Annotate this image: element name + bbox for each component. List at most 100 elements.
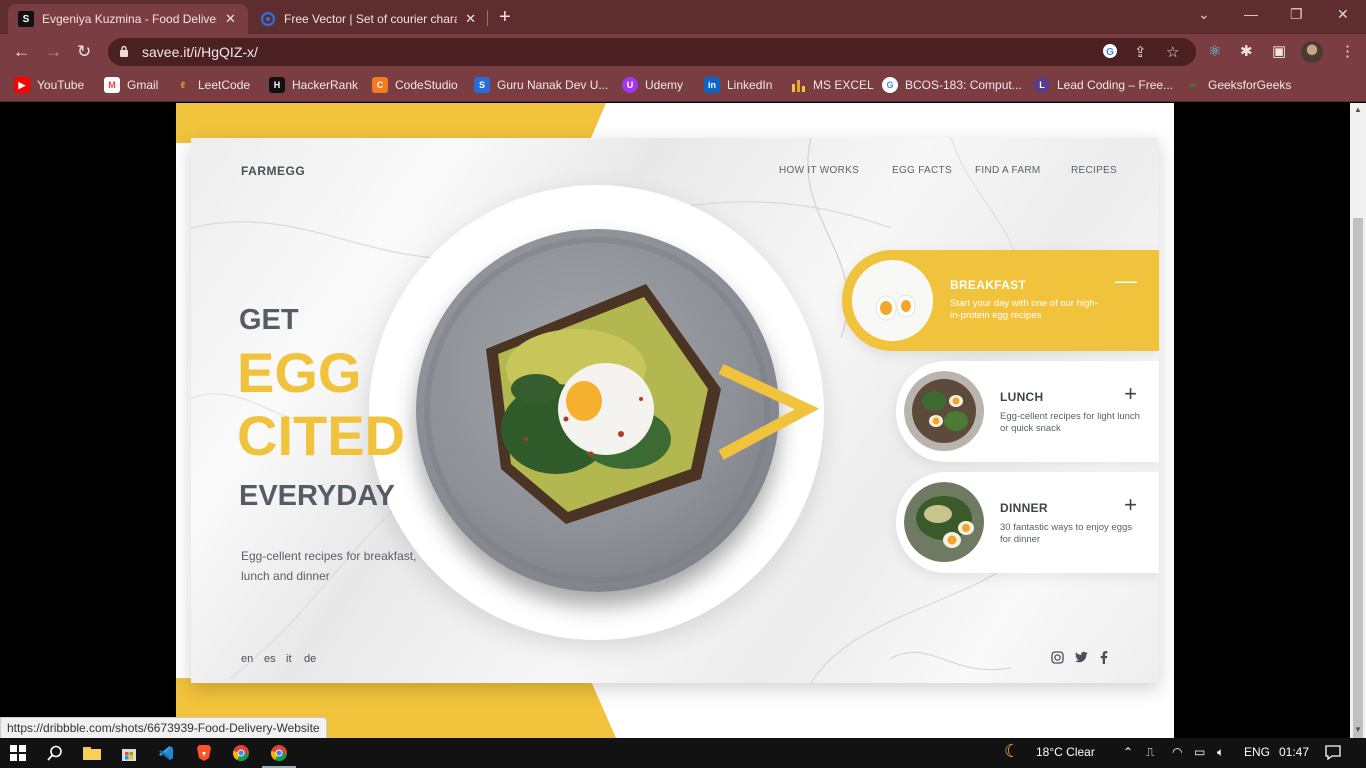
store-icon[interactable] xyxy=(120,744,138,762)
savee-favicon-icon: S xyxy=(18,11,34,27)
bookmark-gndu[interactable]: S Guru Nanak Dev U... xyxy=(474,77,608,93)
page-viewport: FARMEGG HOW IT WORKS EGG FACTS FIND A FA… xyxy=(0,103,1366,738)
tab-search-icon[interactable]: ⌄ xyxy=(1198,6,1210,23)
bookmark-codestudio[interactable]: C CodeStudio xyxy=(372,77,458,93)
svg-text:G: G xyxy=(1106,47,1114,58)
lang-en[interactable]: en xyxy=(241,653,253,665)
volume-icon[interactable]: 🔈︎ xyxy=(1217,745,1224,760)
brand-logo[interactable]: FARMEGG xyxy=(241,164,305,178)
tab-inactive[interactable]: Free Vector | Set of courier chara ✕ xyxy=(250,4,486,34)
moon-weather-icon[interactable]: ☾ xyxy=(1004,741,1020,762)
chart-icon xyxy=(790,77,806,93)
nav-egg-facts[interactable]: EGG FACTS xyxy=(892,165,952,176)
bookmark-linkedin[interactable]: in LinkedIn xyxy=(704,77,772,93)
collapse-icon[interactable]: — xyxy=(1115,270,1137,292)
vscode-icon[interactable] xyxy=(157,744,175,762)
file-explorer-icon[interactable] xyxy=(83,744,101,762)
new-tab-icon[interactable]: + xyxy=(499,7,511,27)
tab-active[interactable]: S Evgeniya Kuzmina - Food Deliver ✕ xyxy=(8,4,248,34)
wifi-icon[interactable]: ◠ xyxy=(1172,745,1182,759)
close-window-icon[interactable]: ✕ xyxy=(1337,6,1349,23)
yellow-accent-top xyxy=(176,103,606,143)
clock-time[interactable]: 01:47 xyxy=(1279,745,1309,759)
close-tab-icon[interactable]: ✕ xyxy=(465,11,476,27)
shot-image[interactable]: FARMEGG HOW IT WORKS EGG FACTS FIND A FA… xyxy=(176,103,1174,738)
chevron-up-icon[interactable]: ⌃ xyxy=(1123,745,1133,759)
tab-title: Evgeniya Kuzmina - Food Deliver xyxy=(42,12,217,26)
notifications-icon[interactable] xyxy=(1325,745,1341,763)
udemy-icon: U xyxy=(622,77,638,93)
bookmark-gmail[interactable]: M Gmail xyxy=(104,77,158,93)
bookmark-bcos[interactable]: G BCOS-183: Comput... xyxy=(882,77,1022,93)
expand-icon[interactable]: + xyxy=(1124,383,1137,405)
menu-icon[interactable]: ⋮ xyxy=(1340,42,1355,60)
brave-icon[interactable] xyxy=(195,744,213,762)
back-icon[interactable]: ← xyxy=(13,42,30,62)
battery-icon[interactable]: ▭ xyxy=(1194,745,1205,759)
react-devtools-icon[interactable]: ⚛ xyxy=(1208,42,1221,60)
gfg-icon: ∞ xyxy=(1189,80,1197,90)
scroll-up-icon[interactable]: ▲ xyxy=(1354,105,1362,114)
search-icon[interactable] xyxy=(46,744,64,762)
bookmark-ms-excel[interactable]: MS EXCEL xyxy=(790,77,874,93)
chrome-icon[interactable] xyxy=(232,744,250,762)
restore-icon[interactable]: ❐ xyxy=(1290,6,1303,23)
lang-de[interactable]: de xyxy=(304,653,316,665)
website-mockup: FARMEGG HOW IT WORKS EGG FACTS FIND A FA… xyxy=(191,138,1159,683)
minimize-icon[interactable]: — xyxy=(1244,6,1258,22)
tab-title: Free Vector | Set of courier chara xyxy=(284,12,458,26)
meal-title: LUNCH xyxy=(1000,390,1044,404)
side-panel-icon[interactable]: ▣ xyxy=(1272,42,1286,60)
meal-card-dinner[interactable]: DINNER 30 fantastic ways to enjoy eggs f… xyxy=(896,472,1159,573)
scrollbar-thumb[interactable] xyxy=(1353,218,1363,738)
nav-find-a-farm[interactable]: FIND A FARM xyxy=(975,165,1041,176)
forward-icon[interactable]: → xyxy=(45,42,62,62)
hero-line-get: GET xyxy=(239,304,299,336)
bookmark-youtube[interactable]: ▶ YouTube xyxy=(14,77,84,93)
dinner-thumbnail xyxy=(904,482,985,563)
lang-it[interactable]: it xyxy=(286,653,292,665)
bookmark-leetcode[interactable]: ℓ LeetCode xyxy=(175,77,250,93)
lunch-thumbnail xyxy=(904,371,985,452)
gmail-icon: M xyxy=(104,77,120,93)
bookmark-hackerrank[interactable]: H HackerRank xyxy=(269,77,358,93)
freepik-favicon-icon xyxy=(260,11,276,27)
chevron-right-icon[interactable] xyxy=(719,363,819,463)
weather-text[interactable]: 18°C Clear xyxy=(1036,745,1095,759)
url-text: savee.it/i/HgQIZ-x/ xyxy=(142,44,258,60)
youtube-icon: ▶ xyxy=(14,77,30,93)
leetcode-icon: ℓ xyxy=(180,80,186,90)
profile-avatar[interactable] xyxy=(1301,41,1323,63)
headset-icon[interactable]: ⎍ xyxy=(1146,745,1154,760)
bookmark-leadcoding[interactable]: L Lead Coding – Free... xyxy=(1034,77,1173,93)
bookmark-udemy[interactable]: U Udemy xyxy=(622,77,683,93)
nav-how-it-works[interactable]: HOW IT WORKS xyxy=(779,165,859,176)
meal-description: Egg-cellent recipes for light lunch or q… xyxy=(1000,411,1140,434)
windows-start-icon[interactable] xyxy=(9,744,27,762)
google-lens-icon[interactable]: G xyxy=(1102,43,1118,63)
reload-icon[interactable]: ↻ xyxy=(77,42,91,62)
meal-card-breakfast[interactable]: BREAKFAST Start your day with one of our… xyxy=(842,250,1159,351)
leadcoding-icon: L xyxy=(1034,77,1050,93)
twitter-icon[interactable] xyxy=(1075,651,1088,666)
share-icon[interactable]: ⇪ xyxy=(1134,43,1147,61)
language-indicator[interactable]: ENG xyxy=(1244,745,1270,759)
meal-title: DINNER xyxy=(1000,501,1048,515)
lang-es[interactable]: es xyxy=(264,653,276,665)
scroll-down-icon[interactable]: ▼ xyxy=(1354,725,1362,734)
nav-recipes[interactable]: RECIPES xyxy=(1071,165,1117,176)
hero-subtitle: Egg-cellent recipes for breakfast, lunch… xyxy=(241,549,417,583)
codestudio-icon: C xyxy=(372,77,388,93)
facebook-icon[interactable] xyxy=(1100,651,1108,667)
address-bar[interactable]: savee.it/i/HgQIZ-x/ G ⇪ ☆ xyxy=(108,38,1196,66)
extensions-icon[interactable]: ✱ xyxy=(1240,42,1253,60)
close-tab-icon[interactable]: ✕ xyxy=(225,11,236,27)
chrome-profile-icon[interactable] xyxy=(262,744,296,768)
page-scrollbar[interactable]: ▲ ▼ xyxy=(1350,103,1366,738)
expand-icon[interactable]: + xyxy=(1124,494,1137,516)
bookmark-geeksforgeeks[interactable]: ∞ GeeksforGeeks xyxy=(1185,77,1292,93)
meal-card-lunch[interactable]: LUNCH Egg-cellent recipes for light lunc… xyxy=(896,361,1159,462)
instagram-icon[interactable] xyxy=(1051,651,1064,667)
bookmark-star-icon[interactable]: ☆ xyxy=(1166,43,1179,61)
breakfast-thumbnail xyxy=(852,260,933,341)
